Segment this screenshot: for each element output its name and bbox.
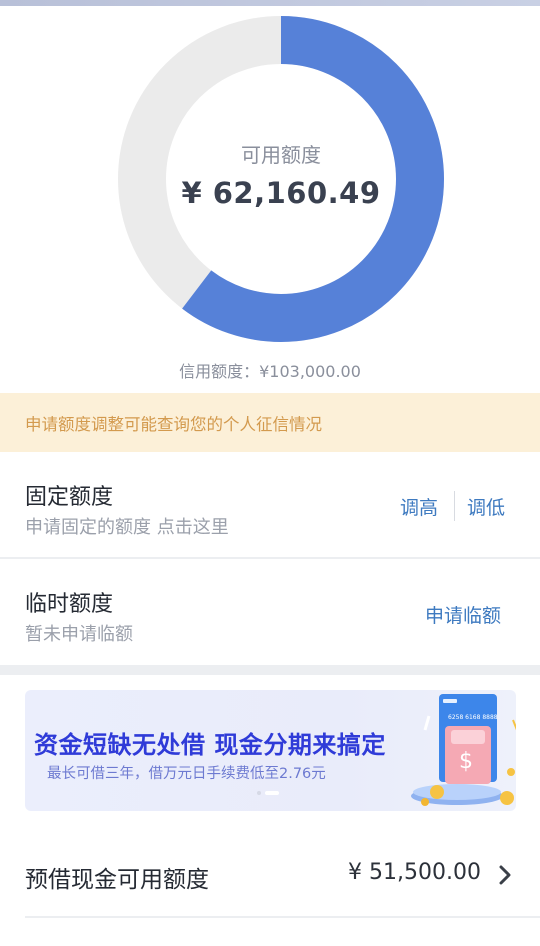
temp-limit-title: 临时额度 <box>25 592 114 617</box>
cash-advance-amount: ¥ 51,500.00 <box>348 860 481 885</box>
available-credit-label: 可用额度 <box>241 142 321 167</box>
lower-limit-button[interactable]: 调低 <box>467 493 505 520</box>
fixed-limit-row: 固定额度 申请固定的额度 点击这里 调高 调低 <box>0 452 540 558</box>
bottom-divider <box>25 916 540 918</box>
carousel-dot-active <box>265 791 279 795</box>
banner-title: 资金短缺无处借 现金分期来搞定 <box>34 731 386 759</box>
temp-limit-row: 临时额度 暂未申请临额 申请临额 <box>0 559 540 665</box>
fixed-limit-title: 固定额度 <box>25 485 114 510</box>
chevron-right-icon <box>499 865 511 885</box>
card-number: 6258 6168 8888 <box>448 714 498 721</box>
svg-text:$: $ <box>459 749 473 774</box>
raise-limit-button[interactable]: 调高 <box>400 493 438 520</box>
fixed-limit-subtitle[interactable]: 申请固定的额度 点击这里 <box>25 513 229 539</box>
available-credit-ring: 可用额度 ¥ 62,160.49 <box>117 15 445 343</box>
cash-advance-title: 预借现金可用额度 <box>25 867 209 893</box>
available-credit-value: ¥ 62,160.49 <box>181 175 381 210</box>
apply-temp-limit-button[interactable]: 申请临额 <box>425 601 501 628</box>
carousel-indicator <box>257 791 279 795</box>
top-header-strip <box>0 0 540 6</box>
credit-check-notice: 申请额度调整可能查询您的个人征信情况 <box>0 393 540 452</box>
temp-limit-subtitle: 暂未申请临额 <box>25 624 133 645</box>
cash-advance-row[interactable]: 预借现金可用额度 ¥ 51,500.00 <box>0 830 540 916</box>
carousel-dot <box>257 791 261 795</box>
notice-text: 申请额度调整可能查询您的个人征信情况 <box>25 414 322 434</box>
credit-limit-text: 信用额度：¥103,000.00 <box>179 362 361 381</box>
banner-subtitle: 最长可借三年，借万元日手续费低至2.76元 <box>47 766 326 782</box>
card-illustration: 6258 6168 8888 $ <box>395 690 516 811</box>
promo-banner[interactable]: 资金短缺无处借 现金分期来搞定 最长可借三年，借万元日手续费低至2.76元 62… <box>25 690 516 811</box>
ring-center: 可用额度 ¥ 62,160.49 <box>117 15 445 343</box>
button-separator <box>454 491 455 521</box>
section-gap <box>0 665 540 675</box>
